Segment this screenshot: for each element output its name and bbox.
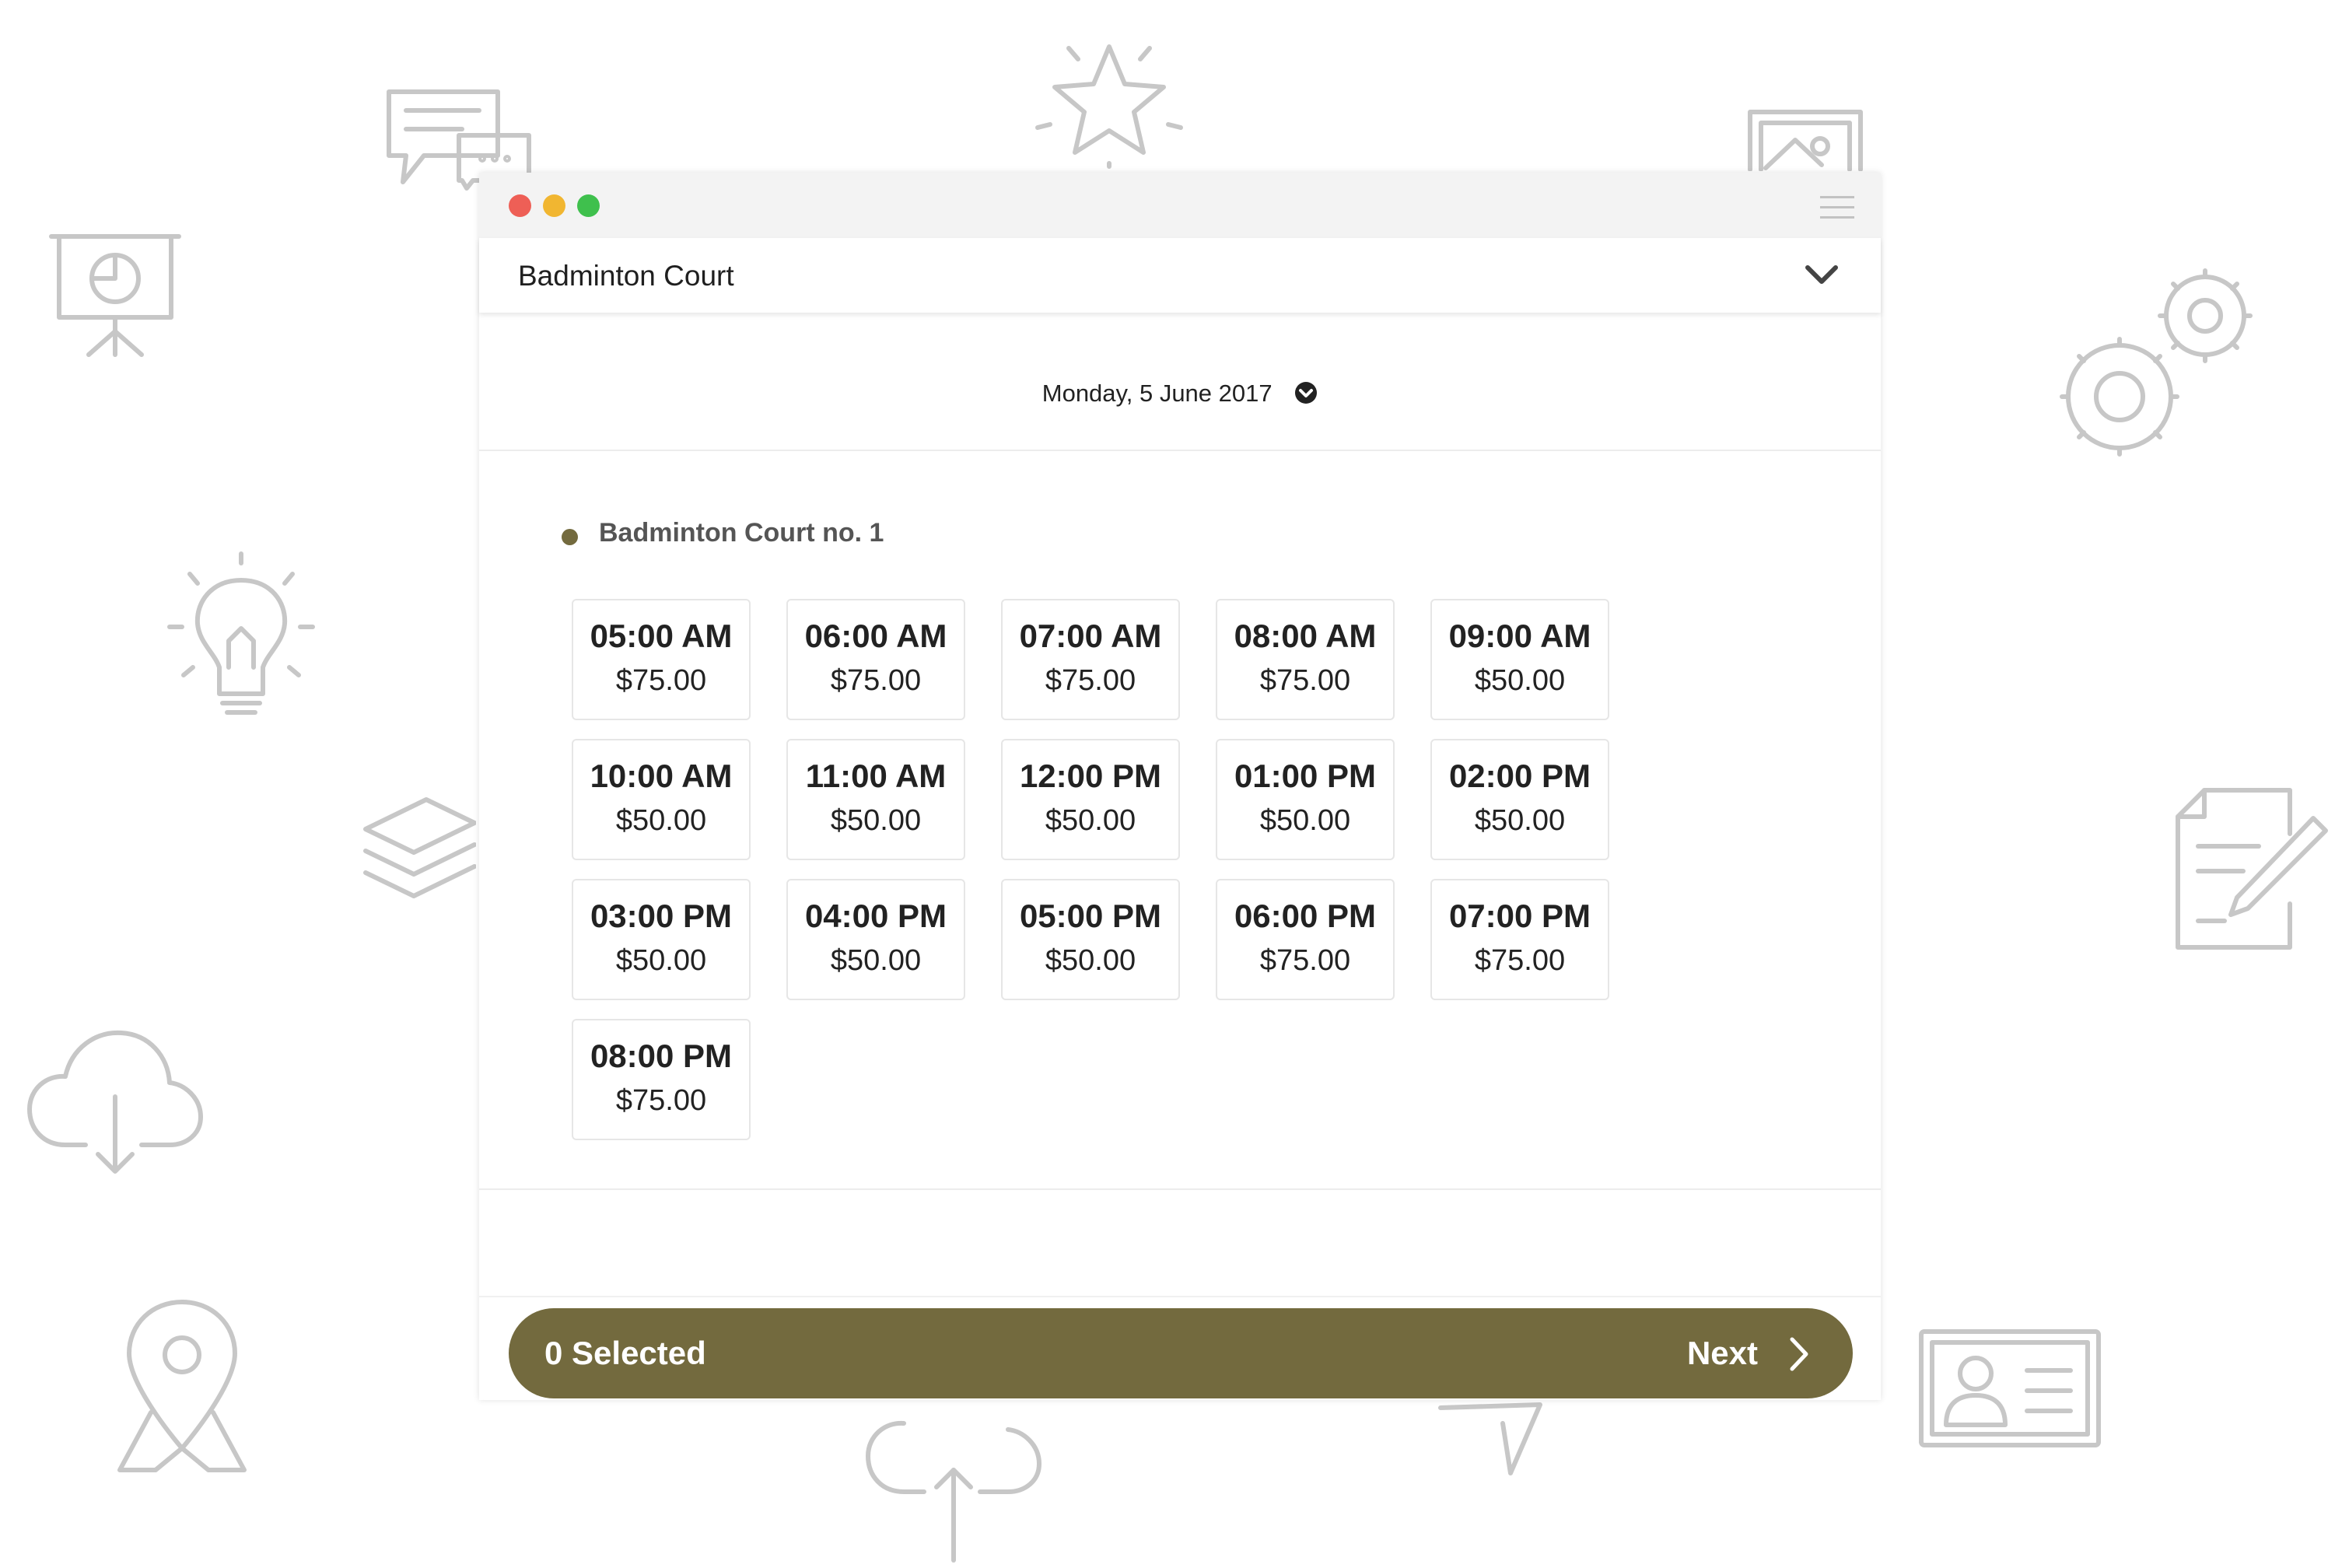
slot-time: 05:00 AM: [590, 618, 733, 654]
slot-time: 02:00 PM: [1448, 758, 1591, 794]
slot-time: 12:00 PM: [1019, 758, 1162, 794]
slot-time: 08:00 PM: [590, 1038, 733, 1074]
slot-price: $50.00: [1474, 664, 1566, 697]
slot-price: $50.00: [615, 944, 707, 977]
booking-window: Badminton Court Monday, 5 June 2017 Badm…: [479, 173, 1881, 1400]
slot-price: $75.00: [830, 664, 922, 697]
title-bar: [479, 173, 1881, 239]
time-slot[interactable]: 07:00 AM $75.00: [1001, 599, 1180, 720]
time-slot[interactable]: 05:00 AM $75.00: [572, 599, 751, 720]
time-slot[interactable]: 08:00 PM $75.00: [572, 1019, 751, 1140]
time-slot[interactable]: 08:00 AM $75.00: [1216, 599, 1395, 720]
time-slot[interactable]: 12:00 PM $50.00: [1001, 739, 1180, 860]
slot-price: $75.00: [615, 1084, 707, 1117]
layers-icon: [359, 789, 476, 905]
cloud-upload-icon: [863, 1408, 1042, 1563]
slot-time: 05:00 PM: [1019, 898, 1162, 934]
gears-icon: [2053, 264, 2263, 467]
service-selector-label: Badminton Court: [518, 260, 734, 292]
slot-price: $50.00: [1045, 804, 1136, 837]
content-divider: [479, 1188, 1881, 1190]
image-icon: [1747, 109, 1864, 171]
maximize-window-button[interactable]: [577, 194, 600, 217]
slot-time: 09:00 AM: [1448, 618, 1591, 654]
slot-price: $75.00: [1259, 664, 1351, 697]
slot-time: 01:00 PM: [1234, 758, 1377, 794]
slot-time: 07:00 PM: [1448, 898, 1591, 934]
slot-time: 04:00 PM: [804, 898, 947, 934]
slot-price: $50.00: [1474, 804, 1566, 837]
send-icon: [1436, 1400, 1553, 1478]
slot-price: $75.00: [1474, 944, 1566, 977]
chevron-right-icon: [1787, 1336, 1811, 1372]
resource-name: Badminton Court no. 1: [599, 518, 884, 548]
slot-price: $75.00: [1259, 944, 1351, 977]
date-label: Monday, 5 June 2017: [1041, 380, 1273, 407]
time-slot[interactable]: 02:00 PM $50.00: [1430, 739, 1609, 860]
chevron-circle-down-icon[interactable]: [1294, 381, 1318, 404]
time-slot[interactable]: 09:00 AM $50.00: [1430, 599, 1609, 720]
time-slot[interactable]: 06:00 AM $75.00: [786, 599, 965, 720]
star-icon: [1033, 37, 1185, 170]
date-selector[interactable]: Monday, 5 June 2017: [479, 313, 1881, 451]
presentation-icon: [48, 227, 182, 358]
close-window-button[interactable]: [509, 194, 531, 217]
selected-count: 0 Selected: [544, 1335, 706, 1371]
slot-time: 11:00 AM: [805, 758, 947, 794]
time-slot[interactable]: 11:00 AM $50.00: [786, 739, 965, 860]
slot-price: $50.00: [1259, 804, 1351, 837]
time-slot[interactable]: 10:00 AM $50.00: [572, 739, 751, 860]
slot-time: 03:00 PM: [590, 898, 733, 934]
slot-price: $50.00: [615, 804, 707, 837]
slot-price: $75.00: [1045, 664, 1136, 697]
time-slot[interactable]: 04:00 PM $50.00: [786, 879, 965, 1000]
time-slot[interactable]: 01:00 PM $50.00: [1216, 739, 1395, 860]
slot-price: $50.00: [830, 944, 922, 977]
resource-color-dot: [562, 529, 578, 545]
next-label: Next: [1686, 1335, 1758, 1371]
slot-time: 07:00 AM: [1019, 618, 1162, 654]
contact-card-icon: [1918, 1328, 2102, 1448]
slot-price: $50.00: [1045, 944, 1136, 977]
selection-bar: 0 Selected Next: [509, 1308, 1853, 1398]
time-slot[interactable]: 07:00 PM $75.00: [1430, 879, 1609, 1000]
footer-divider: [479, 1296, 1881, 1297]
time-slot[interactable]: 03:00 PM $50.00: [572, 879, 751, 1000]
slot-time: 08:00 AM: [1234, 618, 1377, 654]
time-slot[interactable]: 05:00 PM $50.00: [1001, 879, 1180, 1000]
cloud-download-icon: [25, 1027, 204, 1174]
slot-price: $75.00: [615, 664, 707, 697]
service-selector[interactable]: Badminton Court: [479, 238, 1881, 313]
time-slot[interactable]: 06:00 PM $75.00: [1216, 879, 1395, 1000]
slot-time: 06:00 AM: [804, 618, 947, 654]
minimize-window-button[interactable]: [543, 194, 565, 217]
next-button[interactable]: Next: [1635, 1308, 1822, 1398]
location-pin-icon: [112, 1296, 252, 1475]
slot-time: 06:00 PM: [1234, 898, 1377, 934]
slot-price: $50.00: [830, 804, 922, 837]
lightbulb-icon: [160, 551, 322, 716]
chevron-down-icon[interactable]: [1803, 261, 1840, 288]
slot-time: 10:00 AM: [590, 758, 733, 794]
edit-document-icon: [2173, 787, 2329, 950]
hamburger-menu-icon[interactable]: [1820, 196, 1854, 219]
